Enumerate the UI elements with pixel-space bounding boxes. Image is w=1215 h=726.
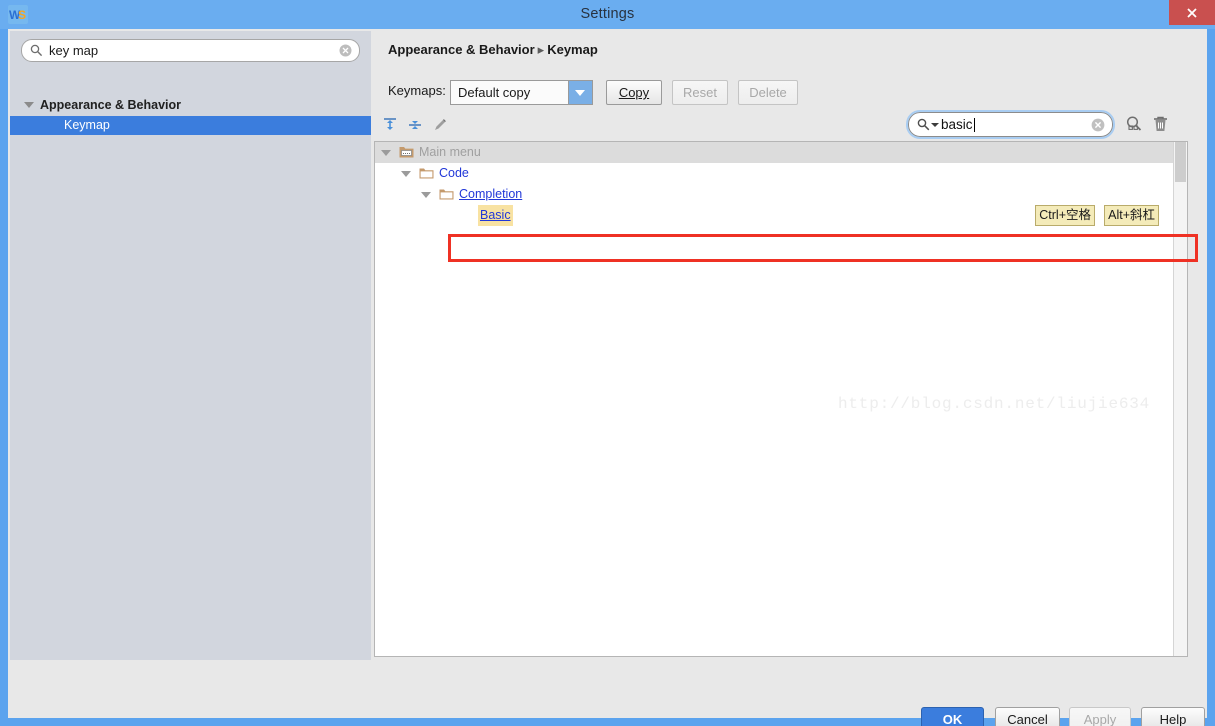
tree-row-label: Code — [439, 166, 469, 180]
help-button[interactable]: Help — [1141, 707, 1205, 726]
keymap-select[interactable]: Default copy — [450, 80, 593, 105]
action-search-field[interactable]: basic — [906, 110, 1115, 139]
sidebar-item-appearance-behavior[interactable]: Appearance & Behavior — [10, 96, 371, 115]
chevron-down-icon[interactable] — [568, 81, 592, 104]
copy-keymap-button[interactable]: Copy — [606, 80, 662, 105]
tree-scrollbar[interactable] — [1173, 142, 1187, 656]
settings-dialog: key map Appearance & Behavior Keymap App… — [8, 29, 1207, 726]
tree-row-code[interactable]: Code — [375, 163, 1174, 184]
window-title: Settings — [580, 6, 635, 22]
breadcrumb: Appearance & Behavior ▸ Keymap — [388, 42, 598, 58]
settings-window: W S Settings key map Appearance & Behavi… — [0, 0, 1215, 726]
clear-icon[interactable] — [1091, 118, 1105, 137]
edit-shortcut-icon[interactable] — [432, 117, 448, 138]
watermark: http://blog.csdn.net/liujie634 — [838, 395, 1151, 413]
dialog-footer: OK Cancel Apply Help — [10, 662, 1205, 726]
copy-button-label: Copy — [618, 85, 650, 100]
keymap-select-value: Default copy — [458, 85, 531, 100]
text-caret — [974, 118, 975, 132]
settings-search-value: key map — [49, 43, 99, 58]
breadcrumb-root[interactable]: Appearance & Behavior — [388, 42, 535, 57]
search-icon — [30, 44, 43, 62]
folder-icon — [419, 167, 434, 185]
keymap-settings-pane: Appearance & Behavior ▸ Keymap Keymaps: De… — [372, 31, 1205, 660]
sidebar-item-keymap[interactable]: Keymap — [10, 116, 371, 135]
title-bar: W S Settings — [0, 0, 1215, 29]
search-icon — [917, 118, 930, 136]
tree-row-completion[interactable]: Completion — [375, 184, 1174, 205]
apply-button: Apply — [1069, 707, 1131, 726]
cancel-button[interactable]: Cancel — [995, 707, 1060, 726]
shortcut-badge[interactable]: Alt+斜杠 — [1104, 205, 1159, 226]
keymaps-label: Keymaps: — [388, 83, 446, 98]
settings-sidebar: key map Appearance & Behavior Keymap — [10, 31, 371, 660]
sidebar-item-label: Keymap — [64, 118, 110, 132]
clear-icon[interactable] — [339, 44, 352, 62]
tree-row-main-menu[interactable]: Main menu — [375, 142, 1174, 163]
scrollbar-thumb[interactable] — [1175, 142, 1186, 182]
ok-button[interactable]: OK — [921, 707, 984, 726]
collapse-all-icon[interactable] — [407, 117, 423, 138]
shortcut-badge[interactable]: Ctrl+空格 — [1035, 205, 1095, 226]
tree-row-label: Main menu — [419, 145, 481, 159]
settings-search-field[interactable]: key map — [21, 39, 360, 62]
chevron-down-icon[interactable] — [421, 192, 431, 198]
expand-all-icon[interactable] — [382, 117, 398, 138]
find-by-shortcut-icon[interactable] — [1125, 115, 1143, 138]
action-search-value: basic — [941, 117, 973, 132]
tree-row-label: Basic — [478, 205, 513, 226]
breadcrumb-leaf: Keymap — [547, 42, 598, 57]
trash-icon[interactable] — [1152, 115, 1169, 138]
main-menu-folder-icon — [399, 145, 414, 164]
chevron-down-icon[interactable] — [381, 150, 391, 156]
sidebar-item-label: Appearance & Behavior — [40, 98, 182, 112]
delete-keymap-button: Delete — [738, 80, 798, 105]
chevron-down-icon[interactable] — [931, 123, 939, 127]
breadcrumb-separator-icon: ▸ — [537, 42, 545, 57]
close-icon[interactable] — [1169, 0, 1215, 25]
folder-icon — [439, 188, 454, 206]
chevron-down-icon[interactable] — [401, 171, 411, 177]
reset-keymap-button: Reset — [672, 80, 728, 105]
chevron-down-icon[interactable] — [24, 102, 34, 108]
tree-row-label: Completion — [459, 187, 523, 201]
